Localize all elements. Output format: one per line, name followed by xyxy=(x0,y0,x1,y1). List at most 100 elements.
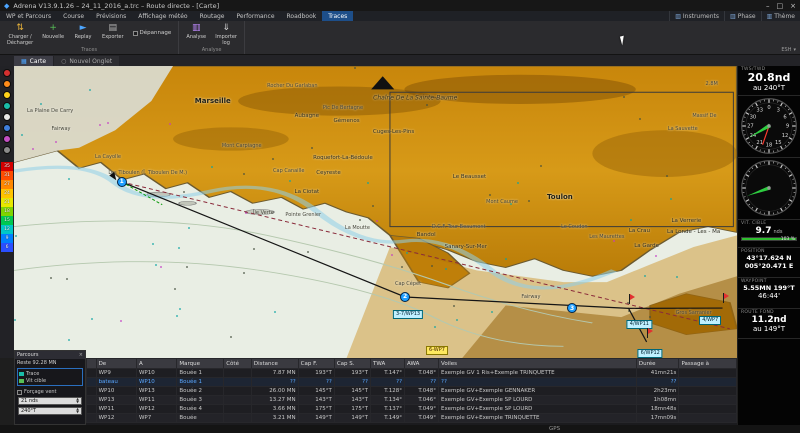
mob-icon[interactable] xyxy=(3,80,11,88)
waypoint-chip-6-wp12[interactable]: 6/WP12 xyxy=(638,349,663,358)
stepper-arrows-icon[interactable]: ▲▼ xyxy=(76,398,79,405)
column-header-awa[interactable]: AWA xyxy=(405,359,439,369)
zoom-area-icon[interactable] xyxy=(3,113,11,121)
legend-entry: 12 xyxy=(1,225,13,234)
ribbon-button-analyse[interactable]: ▥Analyse xyxy=(184,22,208,41)
tab-nouvel-onglet[interactable]: ○Nouvel Onglet xyxy=(54,56,119,66)
ribbon-tab-routage[interactable]: Routage xyxy=(194,11,231,21)
center-boat-icon[interactable] xyxy=(3,102,11,110)
column-header-cap-s[interactable]: Cap S. xyxy=(334,359,370,369)
remaining-distance: Reste 92.28 MN xyxy=(15,359,85,367)
legend-entry: 35 xyxy=(1,162,13,171)
route-overlay xyxy=(14,66,737,358)
stepper-arrows-icon[interactable]: ▲▼ xyxy=(76,408,79,415)
table-cell: T.134° xyxy=(370,396,404,405)
ribbon-tab-roadbook[interactable]: Roadbook xyxy=(281,11,323,21)
wind-force-checkbox[interactable] xyxy=(17,390,22,395)
ribbon-tab-pr-visions[interactable]: Prévisions xyxy=(90,11,132,21)
phase-icon: ▥ xyxy=(730,13,736,20)
table-cell xyxy=(87,405,97,414)
waypoint-marker-2[interactable]: 2 xyxy=(400,292,410,302)
table-cell: 3.21 MN xyxy=(251,414,298,423)
waypoint-chip-6-wp7[interactable]: 6-WP7 xyxy=(426,346,448,355)
ribbon-group-analyse: ▥Analyse ⇓Importer logAnalyse xyxy=(179,21,245,54)
table-cell xyxy=(87,387,97,396)
instruments-icon: ▥ xyxy=(675,13,681,20)
column-header-cap-f[interactable]: Cap F. xyxy=(298,359,334,369)
ribbon-button-nouvelle[interactable]: +Nouvelle xyxy=(40,22,66,41)
table-row[interactable]: WP10WP13Bouée 226.00 MN145°T145°TT.128°T… xyxy=(87,387,737,396)
options-icon[interactable] xyxy=(3,146,11,154)
table-cell: 41mn21s xyxy=(636,369,679,378)
ribbon-button-charger-d-charger[interactable]: ⇅Charger / Décharger xyxy=(5,22,35,47)
svg-text:18: 18 xyxy=(766,142,773,148)
waypoint-chip-4-wp7[interactable]: 4/WP7 xyxy=(699,316,721,325)
svg-text:12: 12 xyxy=(782,133,789,139)
ribbon-tab-affichage-m-t-o[interactable]: Affichage météo xyxy=(132,11,193,21)
maximize-button[interactable]: □ xyxy=(777,2,784,10)
ribbon-tab-course[interactable]: Course xyxy=(57,11,90,21)
chart-canvas[interactable]: La Plaine De CarryMarseilleRocher Du Gar… xyxy=(14,66,737,358)
follow-icon[interactable] xyxy=(3,124,11,132)
charger-d-charger-icon: ⇅ xyxy=(16,23,24,34)
table-row[interactable]: WP11WP12Bouée 43.66 MN175°T175°TT.137°T.… xyxy=(87,405,737,414)
column-header-de[interactable]: De xyxy=(96,359,136,369)
minimize-button[interactable]: – xyxy=(766,2,770,10)
column-header-voiles[interactable]: Voiles xyxy=(439,359,637,369)
parcours-panel-header[interactable]: Parcours × xyxy=(15,351,85,359)
ribbon-button-importer-log[interactable]: ⇓Importer log xyxy=(213,22,239,47)
ribbon-tab-traces[interactable]: Traces xyxy=(322,11,353,21)
waypoint-chip-3-7-wp13[interactable]: 3-7/WP13 xyxy=(393,310,423,319)
column-header-selector[interactable] xyxy=(87,359,97,369)
buoy-flag-icon xyxy=(647,328,654,338)
event-icon[interactable] xyxy=(3,91,11,99)
table-cell xyxy=(87,369,97,378)
column-header-twa[interactable]: TWA xyxy=(370,359,404,369)
svg-text:33: 33 xyxy=(756,108,763,114)
trace-row[interactable]: Trace xyxy=(19,370,81,377)
waypoint-marker-3[interactable]: 3 xyxy=(567,303,577,313)
table-cell: 13.27 MN xyxy=(251,396,298,405)
table-row[interactable]: WP12WP7Bouée3.21 MN149°T149°TT.149°T.049… xyxy=(87,414,737,423)
ribbon-tab-wp-et-parcours[interactable]: WP et Parcours xyxy=(0,11,57,21)
table-cell: T.049° xyxy=(405,414,439,423)
tab-carte[interactable]: ▦Carte xyxy=(14,56,53,66)
table-row[interactable]: WP13WP11Bouée 313.27 MN143°T143°TT.134°T… xyxy=(87,396,737,405)
column-header-marque[interactable]: Marque xyxy=(177,359,224,369)
column-header-dur-e[interactable]: Durée xyxy=(636,359,679,369)
ribbon-right-phase[interactable]: ▥Phase xyxy=(724,11,761,21)
document-tab-bar: ▦Carte○Nouvel Onglet xyxy=(0,55,800,66)
table-cell: 17mn09s xyxy=(636,414,679,423)
table-row[interactable]: WP9WP10Bouée 17.87 MN193°T193°TT.147°T.0… xyxy=(87,369,737,378)
collapse-ribbon-button[interactable]: ESH ▾ xyxy=(781,47,796,53)
panel-close-icon[interactable]: × xyxy=(79,352,83,358)
close-button[interactable]: × xyxy=(790,2,796,10)
ribbon-group-label-analyse: Analyse xyxy=(184,47,239,54)
compass-dial: 03691215182124273033 xyxy=(740,97,798,155)
column-header-c-t[interactable]: Côté xyxy=(224,359,252,369)
wind-arrow-icon[interactable] xyxy=(3,135,11,143)
record-icon[interactable] xyxy=(3,69,11,77)
column-header-distance[interactable]: Distance xyxy=(251,359,298,369)
ribbon-tab-performance[interactable]: Performance xyxy=(231,11,281,21)
ribbon-button-replay[interactable]: ►Replay xyxy=(71,22,95,41)
tws-value: 20.8nd xyxy=(741,72,797,84)
ribbon-right-instruments[interactable]: ▥Instruments xyxy=(669,11,724,21)
column-header-a[interactable]: A xyxy=(136,359,176,369)
table-row[interactable]: bateauWP10Bouée 1?????????????? xyxy=(87,378,737,387)
checkbox-d-pannage[interactable]: Dépannage xyxy=(133,30,172,36)
table-cell xyxy=(679,378,737,387)
table-cell: ?? xyxy=(251,378,298,387)
wind-direction-stepper[interactable]: 240°T ▲▼ xyxy=(18,407,82,415)
ribbon-button-exporter[interactable]: ▤Exporter xyxy=(100,22,126,41)
ribbon-right-items: ▥Instruments▥Phase▥Thème xyxy=(669,11,800,21)
target-speed-row[interactable]: Vit cible xyxy=(19,377,81,384)
speed-gauge-instrument xyxy=(738,158,800,220)
speed-gauge-dial xyxy=(740,159,798,217)
table-cell: 149°T xyxy=(334,414,370,423)
wind-force-row[interactable]: Forçage vent xyxy=(15,387,85,395)
wind-speed-stepper[interactable]: 21 nds ▲▼ xyxy=(18,397,82,405)
ribbon-right-th-me[interactable]: ▥Thème xyxy=(761,11,800,21)
status-bar: GPS xyxy=(0,425,800,433)
column-header-passage[interactable]: Passage à xyxy=(679,359,737,369)
